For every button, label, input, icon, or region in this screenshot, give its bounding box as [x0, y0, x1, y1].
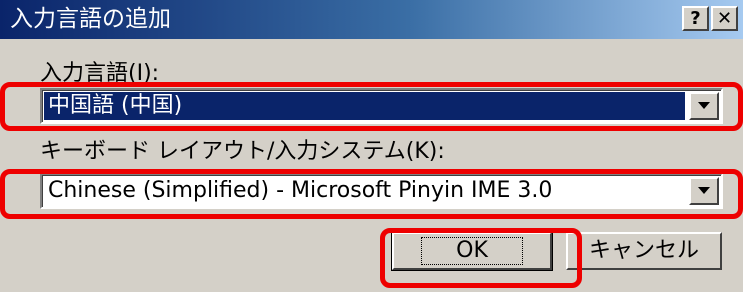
- help-button[interactable]: ?: [682, 6, 709, 31]
- cancel-button[interactable]: キャンセル: [566, 232, 722, 270]
- help-icon: ?: [690, 8, 701, 29]
- cancel-button-label: キャンセル: [588, 238, 699, 263]
- input-language-dropdown-button[interactable]: [689, 92, 719, 120]
- input-language-select[interactable]: 中国語 (中国): [40, 88, 723, 124]
- dropdown-arrow-icon: [698, 187, 710, 194]
- ok-button-label: OK: [421, 237, 523, 265]
- keyboard-layout-select[interactable]: Chinese (Simplified) - Microsoft Pinyin …: [40, 173, 723, 209]
- close-button[interactable]: ✕: [711, 6, 738, 31]
- ok-button[interactable]: OK: [391, 231, 553, 271]
- title-bar: 入力言語の追加 ? ✕: [0, 0, 743, 39]
- add-input-language-dialog: 入力言語の追加 ? ✕ 入力言語(I): 中国語 (中国) キーボード レイアウ…: [0, 0, 743, 292]
- input-language-value: 中国語 (中国): [44, 92, 685, 120]
- window-title: 入力言語の追加: [10, 6, 171, 32]
- input-language-label: 入力言語(I):: [40, 61, 160, 86]
- close-icon: ✕: [716, 8, 733, 29]
- keyboard-layout-value: Chinese (Simplified) - Microsoft Pinyin …: [48, 178, 553, 203]
- keyboard-layout-dropdown-button[interactable]: [689, 177, 719, 205]
- keyboard-layout-label: キーボード レイアウト/入力システム(K):: [40, 139, 445, 164]
- dropdown-arrow-icon: [698, 102, 710, 109]
